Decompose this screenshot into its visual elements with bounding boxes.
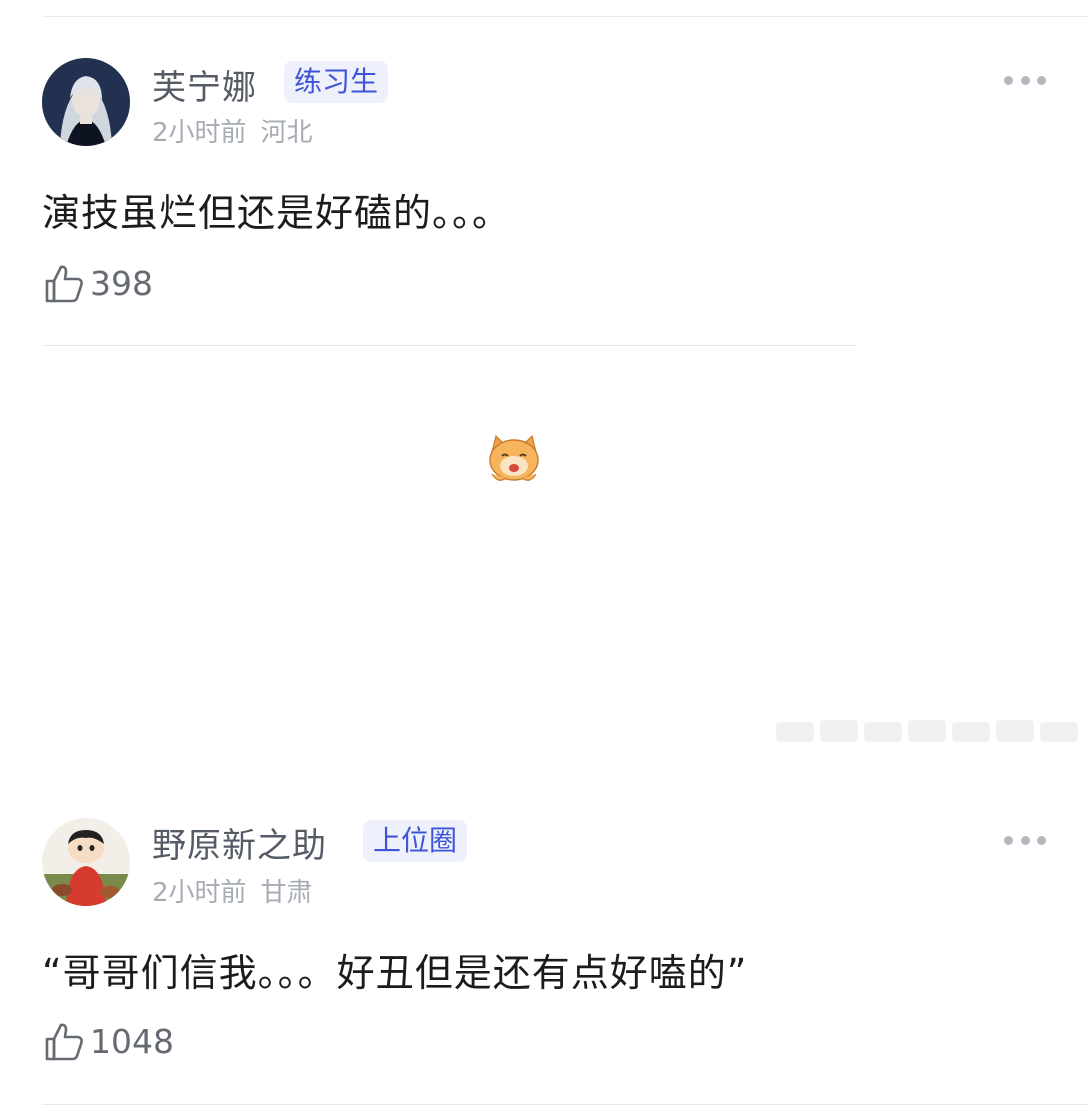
cat-sticker-icon <box>489 434 539 481</box>
more-options-icon[interactable] <box>1004 830 1046 850</box>
like-button[interactable]: 398 <box>42 260 153 306</box>
comment-time: 2小时前 <box>152 878 247 908</box>
thumbs-up-icon <box>45 265 83 303</box>
top-divider <box>42 16 1088 17</box>
user-level-badge: 练习生 <box>284 61 389 103</box>
like-count: 398 <box>90 263 153 303</box>
comment-meta: 2小时前 甘肃 <box>152 872 313 909</box>
comment-location: 甘肃 <box>260 878 313 908</box>
avatar[interactable] <box>42 818 130 906</box>
user-level-badge: 上位圈 <box>363 820 468 862</box>
thumbs-up-icon <box>45 1023 83 1061</box>
username[interactable]: 芙宁娜 <box>152 60 257 109</box>
comment-time: 2小时前 <box>152 118 247 148</box>
more-options-icon[interactable] <box>1004 70 1046 90</box>
comment-meta: 2小时前 河北 <box>152 112 313 149</box>
comment-divider <box>42 345 856 346</box>
comment-text: 演技虽烂但还是好磕的。。。 <box>42 191 512 235</box>
comment-text: “哥哥们信我。。。好丑但是还有点好嗑的” <box>42 951 748 995</box>
like-count: 1048 <box>90 1021 174 1061</box>
watermark <box>776 720 1078 742</box>
avatar[interactable] <box>42 58 130 146</box>
like-button[interactable]: 1048 <box>42 1018 174 1064</box>
comment-location: 河北 <box>260 118 313 148</box>
username[interactable]: 野原新之助 <box>152 818 327 867</box>
